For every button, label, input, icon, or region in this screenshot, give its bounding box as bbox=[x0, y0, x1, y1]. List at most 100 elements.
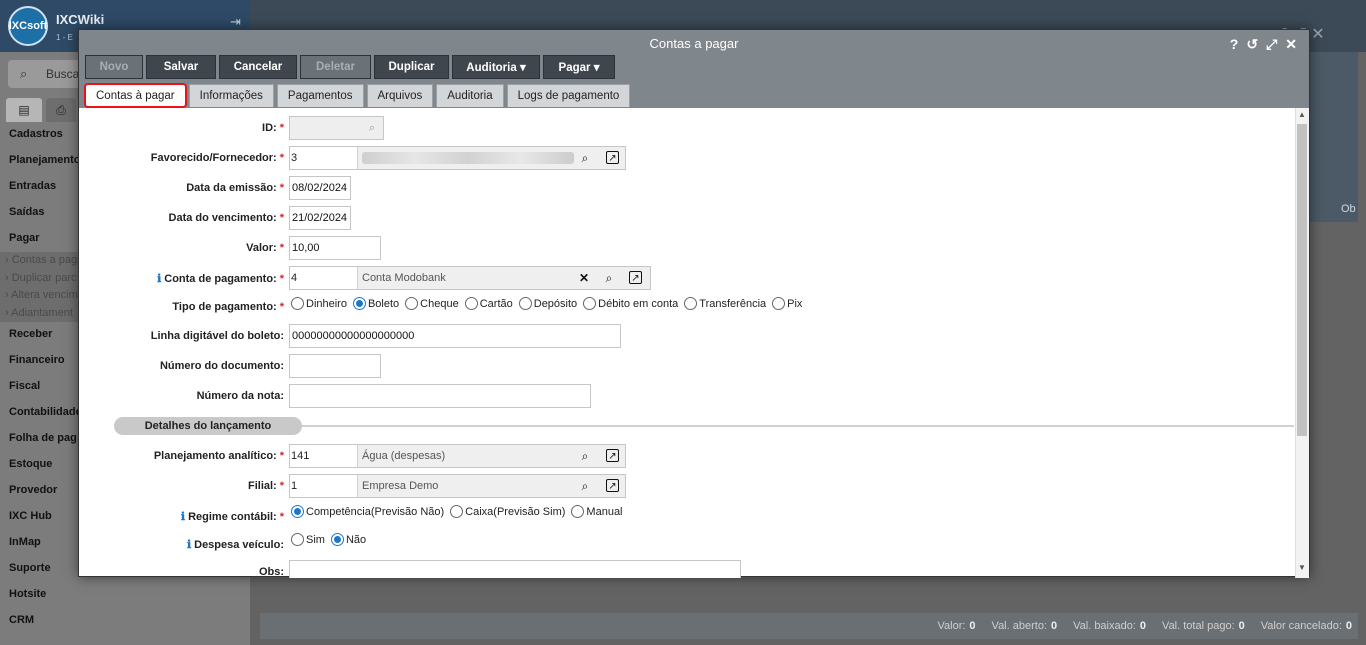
footer-total-value: 0 bbox=[1139, 620, 1147, 632]
favorecido-code-input[interactable]: 3 bbox=[290, 147, 358, 169]
info-icon[interactable]: ℹ bbox=[157, 273, 161, 285]
linha-digitavel-input[interactable]: 00000000000000000000 bbox=[289, 324, 621, 348]
radio-circle-icon[interactable] bbox=[518, 297, 532, 310]
tipo-pagamento-radio-4[interactable]: Depósito bbox=[518, 297, 578, 310]
tipo-pagamento-radio-label: Depósito bbox=[533, 297, 578, 310]
regime-radio-1[interactable]: Caixa(Previsão Sim) bbox=[450, 505, 565, 518]
close-icon[interactable]: ✕ bbox=[1285, 36, 1297, 53]
footer-total-value: 0 bbox=[1238, 620, 1245, 632]
history-icon[interactable]: ↺ bbox=[1246, 36, 1258, 53]
search-icon[interactable]: ⌕ bbox=[577, 150, 593, 166]
regime-label: ℹ Regime contábil: * bbox=[180, 511, 284, 523]
radio-circle-icon[interactable] bbox=[464, 297, 478, 310]
duplicar-button[interactable]: Duplicar bbox=[374, 55, 449, 79]
footer-total-label: Valor: bbox=[937, 620, 966, 632]
modal-toolbar: Novo Salvar Cancelar Deletar Duplicar Au… bbox=[85, 55, 615, 79]
open-record-icon[interactable]: ↗ bbox=[606, 479, 619, 492]
expand-icon[interactable]: ⤢ bbox=[1266, 36, 1277, 53]
open-record-icon[interactable]: ↗ bbox=[606, 151, 619, 164]
sidebar-tab-print-icon[interactable]: ⎙ bbox=[46, 98, 76, 122]
tipo-pagamento-radio-3[interactable]: Cartão bbox=[464, 297, 513, 310]
deletar-button[interactable]: Deletar bbox=[300, 55, 371, 79]
radio-circle-icon[interactable] bbox=[291, 505, 304, 518]
company-logo: IXCsoft bbox=[8, 6, 48, 46]
filial-desc: Empresa Demo bbox=[362, 480, 439, 492]
regime-radio-0[interactable]: Competência(Previsão Não) bbox=[291, 505, 444, 518]
tipo-pagamento-radio-6[interactable]: Transferência bbox=[684, 297, 766, 310]
sidebar-item-20[interactable]: CRM bbox=[0, 608, 250, 634]
tab-contas-a-pagar[interactable]: Contas à pagar bbox=[84, 83, 187, 108]
tipo-pagamento-radio-0[interactable]: Dinheiro bbox=[291, 297, 347, 310]
numero-nota-input[interactable] bbox=[289, 384, 591, 408]
planejamento-label: Planejamento analítico: * bbox=[153, 450, 284, 462]
filial-code-input[interactable]: 1 bbox=[290, 475, 358, 497]
salvar-button[interactable]: Salvar bbox=[146, 55, 216, 79]
cancelar-button[interactable]: Cancelar bbox=[219, 55, 297, 79]
open-record-icon[interactable]: ↗ bbox=[606, 449, 619, 462]
scroll-up-icon[interactable]: ▲ bbox=[1298, 110, 1306, 119]
id-field: ⌕ bbox=[289, 116, 384, 140]
novo-button[interactable]: Novo bbox=[85, 55, 143, 79]
despesa-veiculo-radio-group: Sim Não bbox=[291, 533, 366, 546]
info-icon[interactable]: ℹ bbox=[187, 539, 191, 551]
linha-digitavel-label: Linha digitável do boleto: bbox=[150, 330, 284, 342]
tipo-pagamento-radio-label: Pix bbox=[787, 297, 803, 310]
pagar-dropdown-button[interactable]: Pagar ▾ bbox=[543, 55, 615, 79]
radio-circle-icon[interactable] bbox=[583, 297, 597, 310]
regime-radio-group: Competência(Previsão Não) Caixa(Previsão … bbox=[291, 505, 623, 518]
search-icon[interactable]: ⌕ bbox=[577, 478, 593, 494]
data-emissao-input[interactable]: 08/02/2024 bbox=[289, 176, 351, 200]
radio-circle-icon[interactable] bbox=[450, 505, 464, 518]
radio-circle-icon[interactable] bbox=[291, 533, 304, 546]
tab-arquivos[interactable]: Arquivos bbox=[366, 84, 434, 107]
tipo-pagamento-radio-label: Transferência bbox=[699, 297, 767, 310]
tipo-pagamento-radio-7[interactable]: Pix bbox=[772, 297, 802, 310]
tipo-pagamento-radio-label: Dinheiro bbox=[306, 297, 347, 310]
info-icon[interactable]: ℹ bbox=[181, 511, 185, 523]
clear-icon[interactable]: ✕ bbox=[576, 270, 592, 286]
conta-pagamento-code-input[interactable]: 4 bbox=[290, 267, 358, 289]
scrollbar-thumb[interactable] bbox=[1297, 124, 1307, 436]
radio-circle-icon[interactable] bbox=[571, 505, 585, 518]
regime-radio-label: Competência(Previsão Não) bbox=[306, 505, 445, 518]
scroll-down-icon[interactable]: ▼ bbox=[1298, 563, 1306, 572]
radio-circle-icon[interactable] bbox=[352, 297, 366, 310]
footer-total-label: Valor cancelado: bbox=[1260, 620, 1342, 632]
tab-pagamentos[interactable]: Pagamentos bbox=[276, 84, 364, 107]
radio-circle-icon[interactable] bbox=[330, 533, 344, 546]
search-icon[interactable]: ⌕ bbox=[577, 448, 593, 464]
despesa-veiculo-radio-0[interactable]: Sim bbox=[291, 533, 325, 546]
valor-input[interactable]: 10,00 bbox=[289, 236, 381, 260]
search-icon[interactable]: ⌕ bbox=[601, 270, 617, 286]
radio-circle-icon[interactable] bbox=[291, 297, 304, 310]
data-vencimento-input[interactable]: 21/02/2024 bbox=[289, 206, 351, 230]
obs-textarea[interactable] bbox=[289, 560, 741, 578]
sidebar-tab-menu-icon[interactable]: ▤ bbox=[6, 98, 42, 122]
tab-auditoria[interactable]: Auditoria bbox=[436, 84, 504, 107]
footer-total-value: 0 bbox=[1051, 620, 1058, 632]
radio-circle-icon[interactable] bbox=[684, 297, 698, 310]
planejamento-code-input[interactable]: 141 bbox=[290, 445, 358, 467]
search-placeholder: Busca bbox=[46, 67, 80, 81]
sidebar-item-19[interactable]: Hotsite bbox=[0, 582, 250, 608]
background-obs-label: Ob bbox=[1341, 203, 1356, 215]
tab-logs-de-pagamento[interactable]: Logs de pagamento bbox=[506, 84, 631, 107]
tab-informacoes[interactable]: Informações bbox=[188, 84, 274, 107]
numero-nota-label: Número da nota: bbox=[196, 390, 284, 402]
tipo-pagamento-radio-5[interactable]: Débito em conta bbox=[583, 297, 678, 310]
despesa-veiculo-radio-label: Não bbox=[345, 533, 367, 546]
radio-circle-icon[interactable] bbox=[405, 297, 419, 310]
help-icon[interactable]: ? bbox=[1230, 36, 1239, 53]
filial-field: 1 Empresa Demo ⌕ ↗ bbox=[289, 474, 626, 498]
tipo-pagamento-radio-1[interactable]: Boleto bbox=[352, 297, 400, 310]
regime-radio-2[interactable]: Manual bbox=[571, 505, 623, 518]
tipo-pagamento-radio-2[interactable]: Cheque bbox=[405, 297, 459, 310]
radio-circle-icon[interactable] bbox=[772, 297, 786, 310]
despesa-veiculo-radio-1[interactable]: Não bbox=[330, 533, 367, 546]
open-record-icon[interactable]: ↗ bbox=[629, 271, 642, 284]
logout-icon[interactable]: ⇥ bbox=[230, 14, 241, 30]
numero-documento-input[interactable] bbox=[289, 354, 381, 378]
conta-pagamento-field: 4 Conta Modobank ✕ ⌕ ↗ bbox=[289, 266, 651, 290]
auditoria-dropdown-button[interactable]: Auditoria ▾ bbox=[452, 55, 540, 79]
tipo-pagamento-radio-label: Boleto bbox=[367, 297, 400, 310]
